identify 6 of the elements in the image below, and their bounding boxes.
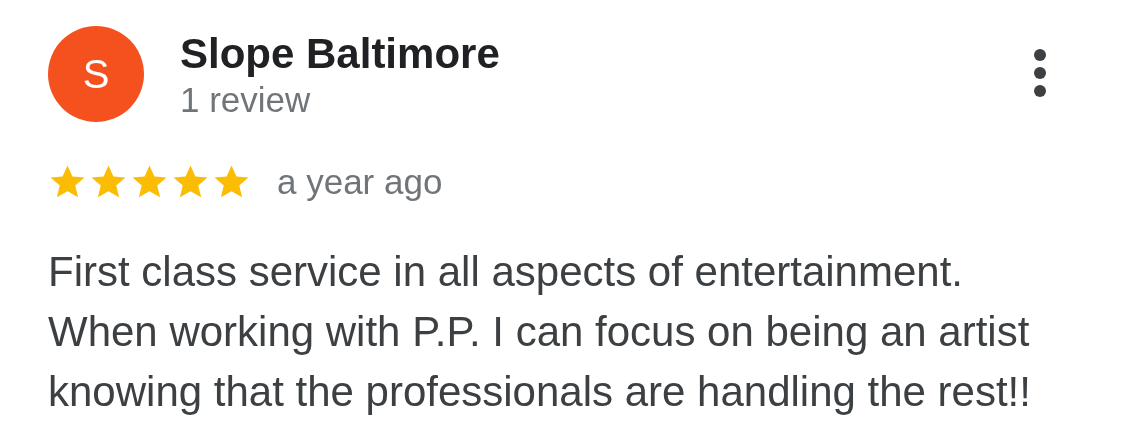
review-text: First class service in all aspects of entertainment. When working with P.P. I can focus on being an artist knowing that the professionals are handling the rest!! bbox=[48, 247, 1032, 417]
more-options-icon[interactable] bbox=[1033, 48, 1047, 98]
author-name[interactable]: Slope Baltimore bbox=[180, 32, 997, 76]
review-time: a year ago bbox=[277, 162, 443, 202]
avatar: S bbox=[48, 26, 144, 122]
review-count: 1 review bbox=[180, 80, 312, 120]
